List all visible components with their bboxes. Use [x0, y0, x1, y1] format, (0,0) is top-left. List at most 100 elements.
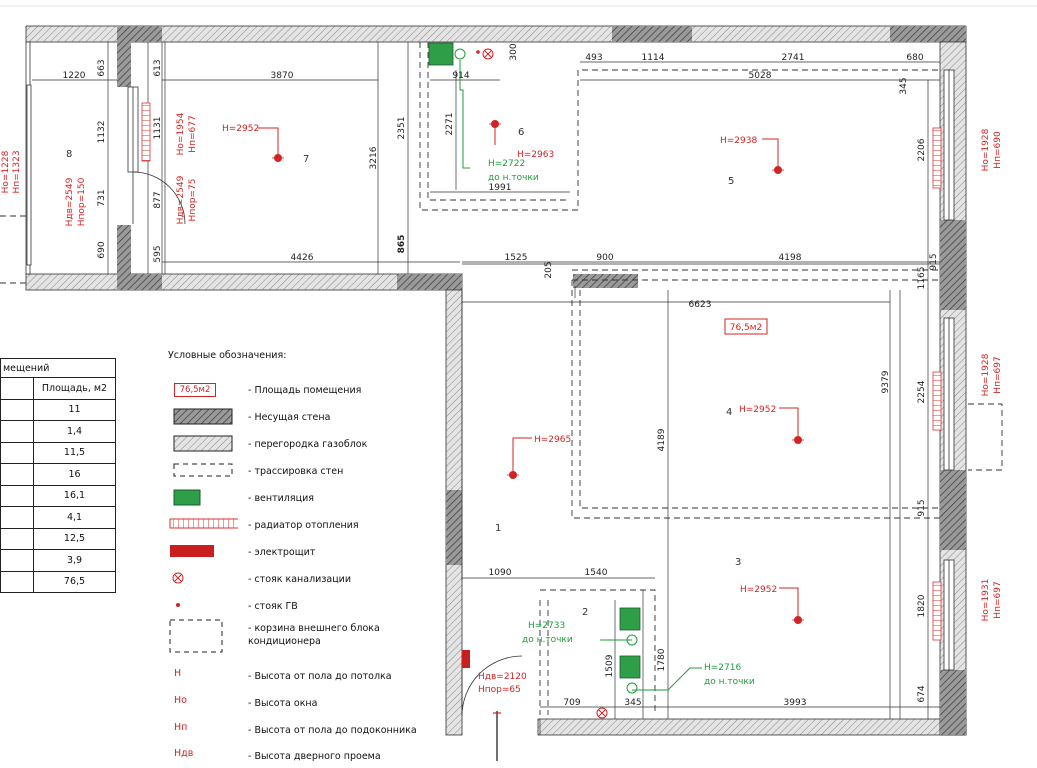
outer-walls — [25, 25, 967, 736]
electric-panel — [462, 650, 470, 668]
room-area-value: 11 — [33, 398, 116, 421]
legend-title: Условные обозначения: — [168, 350, 287, 361]
entry-mark — [493, 711, 501, 761]
note-7-hpor: Нпор=75 — [188, 179, 198, 222]
dim-6623: 6623 — [689, 300, 712, 310]
dim-914: 914 — [452, 71, 469, 81]
dim-1820: 1820 — [917, 594, 927, 617]
note-4-ho: Но=1928 — [981, 353, 991, 396]
legend-hp-sample: Нп — [174, 722, 188, 733]
note-6-height: H=2722 — [488, 159, 525, 169]
note-3-sub: до н.точки — [704, 677, 755, 687]
room-table-cell — [0, 441, 34, 464]
legend-item-bearing-wall: - Несущая стена — [168, 407, 438, 427]
dim-1114: 1114 — [642, 53, 665, 63]
legend-bearing-wall-text: - Несущая стена — [248, 412, 331, 423]
dim-915a: 915 — [929, 253, 939, 270]
legend-sewer-text: - стояк канализации — [248, 574, 352, 585]
dim-1220: 1220 — [63, 71, 86, 81]
note-3-height: H=2716 — [704, 663, 741, 673]
note-3-ho: Но=1931 — [981, 579, 991, 622]
room-number-2: 2 — [582, 607, 588, 618]
dim-1525: 1525 — [505, 253, 528, 263]
legend-area-text: - Площадь помещения — [248, 385, 362, 396]
legend-tracing-text: - трассировка стен — [248, 466, 344, 477]
height-room-7: H=2952 — [222, 124, 259, 134]
room-number-7: 7 — [303, 154, 309, 165]
dim-345a: 345 — [899, 77, 909, 94]
height-room-3: H=2952 — [740, 585, 777, 595]
legend-radiator-text: - радиатор отопления — [248, 520, 359, 531]
dim-345b: 345 — [624, 698, 641, 708]
room-table-cell — [0, 527, 34, 550]
dim-865: 865 — [397, 235, 407, 254]
note-8-hpor: Нпор=150 — [77, 177, 87, 226]
room-table-cell — [0, 549, 34, 572]
legend-item-hot-water: - стояк ГВ — [168, 596, 438, 616]
dim-690: 690 — [97, 241, 107, 258]
room-area-total: 76,5 — [33, 570, 116, 593]
note-8-hdv: Ндв=2549 — [65, 177, 75, 226]
dim-915b: 915 — [917, 499, 927, 516]
legend-item-ac-basket: - корзина внешнего блока кондиционера — [168, 618, 438, 654]
dim-2351: 2351 — [397, 117, 407, 140]
room-table-area-header: Площадь, м2 — [33, 377, 116, 400]
dim-5028: 5028 — [749, 71, 772, 81]
dim-4189: 4189 — [657, 428, 667, 451]
note-6-sub: до н.точки — [488, 173, 539, 183]
legend-h-sample: Н — [174, 668, 182, 679]
dim-3993: 3993 — [784, 698, 807, 708]
legend-area-symbol: 76,5м2 — [168, 380, 238, 400]
note-door-hdv: Ндв=2120 — [478, 672, 527, 682]
room-table-title: мещений — [0, 358, 116, 378]
hot-water-riser-icon — [176, 603, 180, 607]
legend-area-sample: 76,5м2 — [174, 383, 216, 397]
area-badge: 76,5м2 — [730, 323, 763, 333]
legend-item-hdv: Ндв - Высота дверного проема — [168, 746, 438, 766]
room-table-cell — [0, 570, 34, 593]
note-7-hp: Нп=677 — [188, 115, 198, 152]
legend-item-radiator: - радиатор отопления — [168, 515, 438, 535]
legend-hot-water-text: - стояк ГВ — [248, 601, 298, 612]
dim-877: 877 — [153, 191, 163, 208]
room-number-6: 6 — [518, 127, 524, 138]
dim-205: 205 — [544, 261, 554, 278]
room-table-cell — [0, 463, 34, 486]
dim-1132: 1132 — [97, 121, 107, 144]
ventilation-swatch — [173, 489, 201, 506]
dim-674: 674 — [917, 685, 927, 702]
dim-2206: 2206 — [917, 138, 927, 161]
dim-1780: 1780 — [657, 648, 667, 671]
electric-panel-swatch — [170, 545, 214, 557]
dim-731: 731 — [97, 189, 107, 206]
green-leaders — [459, 60, 702, 691]
dim-900: 900 — [596, 253, 613, 263]
legend-ho-text: - Высота окна — [248, 698, 318, 709]
room-number-8: 8 — [66, 149, 72, 160]
legend-hdv-text: - Высота дверного проема — [248, 751, 381, 762]
dim-709: 709 — [563, 698, 580, 708]
legend-item-sewer-riser: - стояк канализации — [168, 569, 438, 589]
legend-item-partition: - перегородка газоблок — [168, 434, 438, 454]
height-room-5: H=2938 — [720, 136, 757, 146]
dim-595: 595 — [153, 245, 163, 262]
dim-1165: 1165 — [917, 267, 927, 290]
dim-4198: 4198 — [779, 253, 802, 263]
dim-300: 300 — [509, 43, 519, 60]
bearing-wall-swatch — [173, 408, 233, 425]
legend-item-h: Н - Высота от пола до потолка — [168, 666, 438, 686]
legend-ho-sample: Но — [174, 695, 187, 706]
room-area-value: 4,1 — [33, 506, 116, 529]
legend-item-ho: Но - Высота окна — [168, 693, 438, 713]
note-7-ho: Но=1954 — [176, 112, 186, 155]
note-7-hdv: Ндв=2549 — [176, 175, 186, 224]
ac-basket-swatch — [169, 619, 223, 653]
dim-1540: 1540 — [585, 568, 608, 578]
legend-item-wall-tracing: - трассировка стен — [168, 461, 438, 481]
note-2-sub: до н.точки — [522, 635, 573, 645]
dim-663: 663 — [97, 59, 107, 76]
dim-1131: 1131 — [153, 117, 163, 140]
dim-9379: 9379 — [881, 370, 891, 393]
room-area-value: 3,9 — [33, 549, 116, 572]
height-room-1: H=2965 — [534, 435, 571, 445]
